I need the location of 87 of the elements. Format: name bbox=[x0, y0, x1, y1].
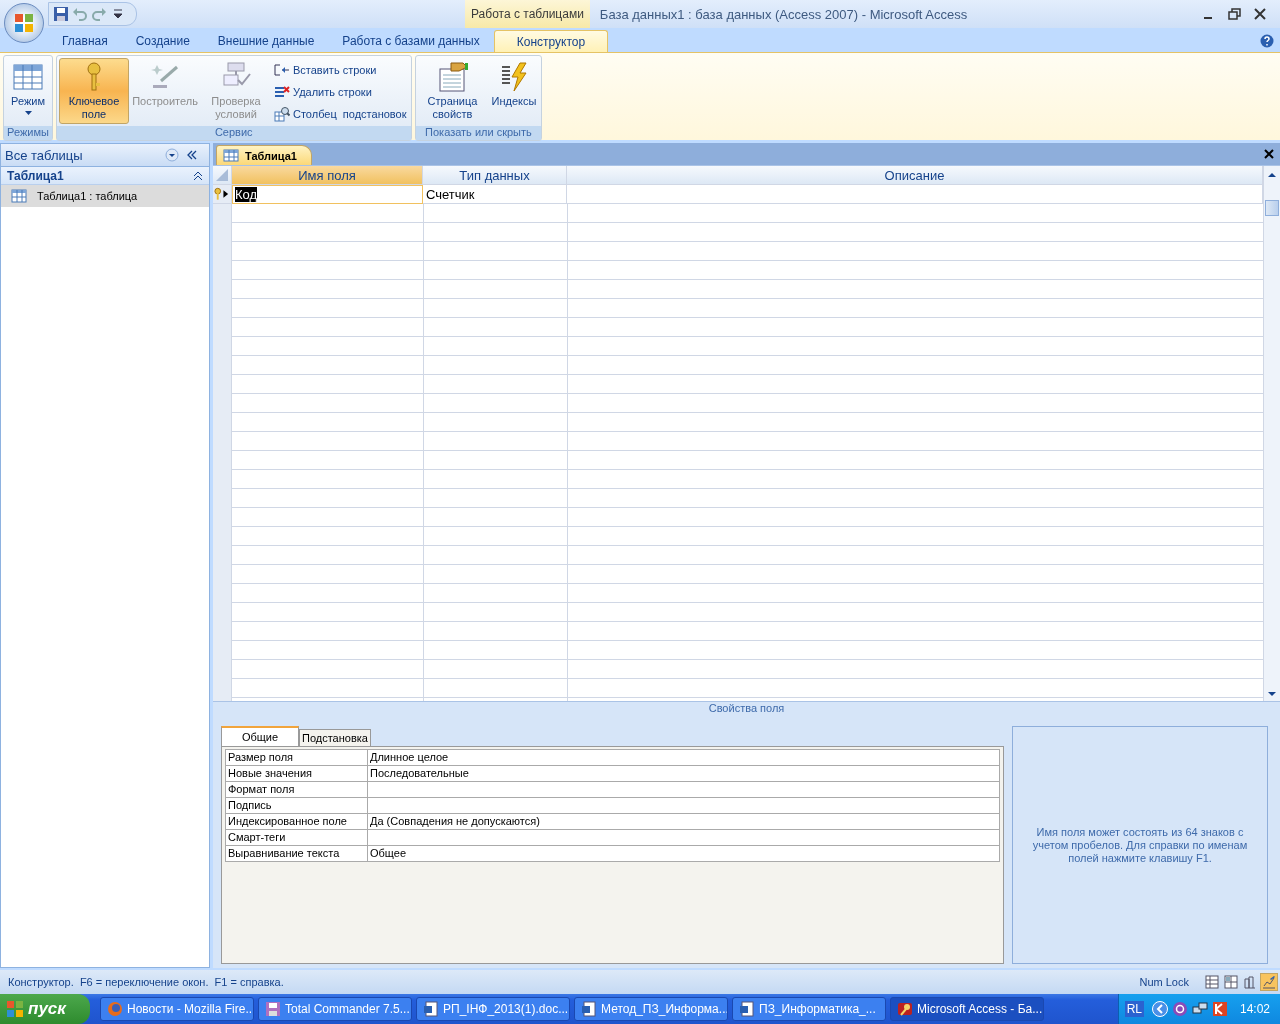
row-selector[interactable] bbox=[213, 185, 232, 204]
office-button[interactable] bbox=[4, 3, 44, 43]
ribbon-button[interactable]: Режим bbox=[6, 58, 50, 124]
lookup-icon bbox=[274, 105, 290, 122]
status-text: Конструктор. F6 = переключение окон. F1 = справка. bbox=[8, 976, 284, 988]
save-icon[interactable] bbox=[53, 6, 69, 22]
property-label: Смарт-теги bbox=[226, 830, 368, 845]
help-icon[interactable] bbox=[1260, 34, 1274, 48]
group-label: Режимы bbox=[4, 126, 52, 140]
scrollbar[interactable] bbox=[1263, 166, 1280, 701]
group-label: Сервис bbox=[57, 126, 411, 140]
shield-icon[interactable] bbox=[1211, 1001, 1228, 1017]
help-text: Имя поля может состоять из 64 знаков с учетом пробелов. Для справки по именам полей нажмите клавишу F1. bbox=[1031, 825, 1249, 865]
restore-icon[interactable] bbox=[1226, 7, 1242, 21]
table-icon bbox=[11, 189, 27, 203]
table-icon bbox=[223, 149, 239, 162]
section-title: Свойства поля bbox=[213, 701, 1280, 718]
property-sheet-icon bbox=[436, 61, 469, 93]
document-tab[interactable]: Таблица1 bbox=[216, 145, 312, 165]
ribbon-button[interactable]: Ключевое поле bbox=[59, 58, 129, 124]
document-icon bbox=[423, 1001, 439, 1017]
delete-rows-icon bbox=[274, 83, 290, 100]
clock: 14:02 bbox=[1239, 1002, 1270, 1016]
start-button[interactable]: пуск bbox=[0, 994, 90, 1024]
table-cell[interactable] bbox=[567, 185, 1263, 204]
close-icon[interactable] bbox=[1264, 149, 1274, 159]
view-button[interactable] bbox=[1203, 973, 1221, 991]
taskbar-button[interactable]: Total Commander 7.5... bbox=[258, 997, 412, 1021]
ribbon-button[interactable]: Вставить строки bbox=[272, 60, 409, 79]
ribbon-tab[interactable]: Внешние данные bbox=[203, 30, 329, 52]
chevron-icon[interactable] bbox=[1151, 1001, 1168, 1017]
property-tab[interactable]: Общие bbox=[221, 726, 299, 746]
view-button[interactable] bbox=[1222, 973, 1240, 991]
contextual-tab-label: Работа с таблицами bbox=[465, 0, 590, 28]
property-value[interactable]: Да (Совпадения не допускаются) bbox=[368, 814, 999, 829]
globe-icon bbox=[107, 1001, 123, 1017]
ribbon-button[interactable]: Индексы bbox=[488, 58, 540, 124]
property-label: Новые значения bbox=[226, 766, 368, 781]
property-label: Подпись bbox=[226, 798, 368, 813]
close-icon[interactable] bbox=[1252, 7, 1268, 21]
property-value[interactable]: Длинное целое bbox=[368, 750, 999, 765]
property-tab[interactable]: Подстановка bbox=[299, 729, 371, 746]
network-icon[interactable] bbox=[1191, 1001, 1208, 1017]
logo-icon bbox=[13, 12, 35, 34]
floppy-icon bbox=[265, 1001, 281, 1017]
column-header[interactable]: Описание bbox=[567, 166, 1263, 185]
property-value[interactable]: Последовательные bbox=[368, 766, 999, 781]
ribbon-button[interactable]: Столбец подстановок bbox=[272, 104, 409, 123]
insert-rows-icon bbox=[274, 61, 290, 78]
property-label: Размер поля bbox=[226, 750, 368, 765]
column-header[interactable]: Имя поля bbox=[232, 166, 423, 185]
view-button[interactable] bbox=[1260, 973, 1278, 991]
column-header[interactable]: Тип данных bbox=[423, 166, 567, 185]
document-icon bbox=[739, 1001, 755, 1017]
property-label: Выравнивание текста bbox=[226, 846, 368, 861]
key-icon bbox=[897, 1001, 913, 1017]
windows-logo-icon bbox=[6, 1000, 24, 1018]
language-indicator[interactable]: RL bbox=[1124, 1001, 1144, 1017]
table-cell[interactable]: Счетчик bbox=[423, 185, 567, 204]
dropdown-icon[interactable] bbox=[165, 148, 179, 162]
property-label: Формат поля bbox=[226, 782, 368, 797]
taskbar-button[interactable]: Microsoft Access - Ба... bbox=[890, 997, 1044, 1021]
scroll-thumb[interactable] bbox=[1265, 200, 1279, 216]
property-value[interactable]: Общее bbox=[368, 846, 999, 861]
chevron-icon bbox=[193, 170, 203, 181]
taskbar-button[interactable]: Метод_ПЗ_Информа... bbox=[574, 997, 728, 1021]
ribbon-button[interactable]: Страница свойств bbox=[417, 58, 488, 124]
window-title: База данных1 : база данных (Access 2007) - Microsoft Access bbox=[599, 6, 968, 22]
nav-item[interactable]: Таблица1 : таблица bbox=[1, 185, 209, 207]
ribbon-tab[interactable]: Главная bbox=[48, 30, 122, 52]
ribbon-tab[interactable]: Конструктор bbox=[493, 30, 609, 52]
ribbon-button[interactable]: Удалить строки bbox=[272, 82, 409, 101]
document-icon bbox=[581, 1001, 597, 1017]
group-label: Показать или скрыть bbox=[415, 126, 542, 140]
pane-title: Все таблицы bbox=[5, 147, 84, 163]
taskbar-button[interactable]: ПЗ_Информатика_... bbox=[732, 997, 886, 1021]
group-header[interactable]: Таблица1 bbox=[1, 167, 209, 185]
status-indicator: Num Lock bbox=[1138, 976, 1190, 988]
ribbon-tab[interactable]: Создание bbox=[121, 30, 204, 52]
table-icon bbox=[12, 61, 44, 93]
swirl-icon[interactable] bbox=[1171, 1001, 1188, 1017]
property-label: Индексированное поле bbox=[226, 814, 368, 829]
ribbon-tab[interactable]: Работа с базами данных bbox=[328, 30, 494, 52]
table-cell[interactable]: Код bbox=[232, 185, 423, 204]
taskbar-button[interactable]: РП_ІНФ_2013(1).doc... bbox=[416, 997, 570, 1021]
taskbar-button[interactable]: Новости - Mozilla Fire... bbox=[100, 997, 254, 1021]
collapse-icon[interactable] bbox=[185, 148, 199, 162]
